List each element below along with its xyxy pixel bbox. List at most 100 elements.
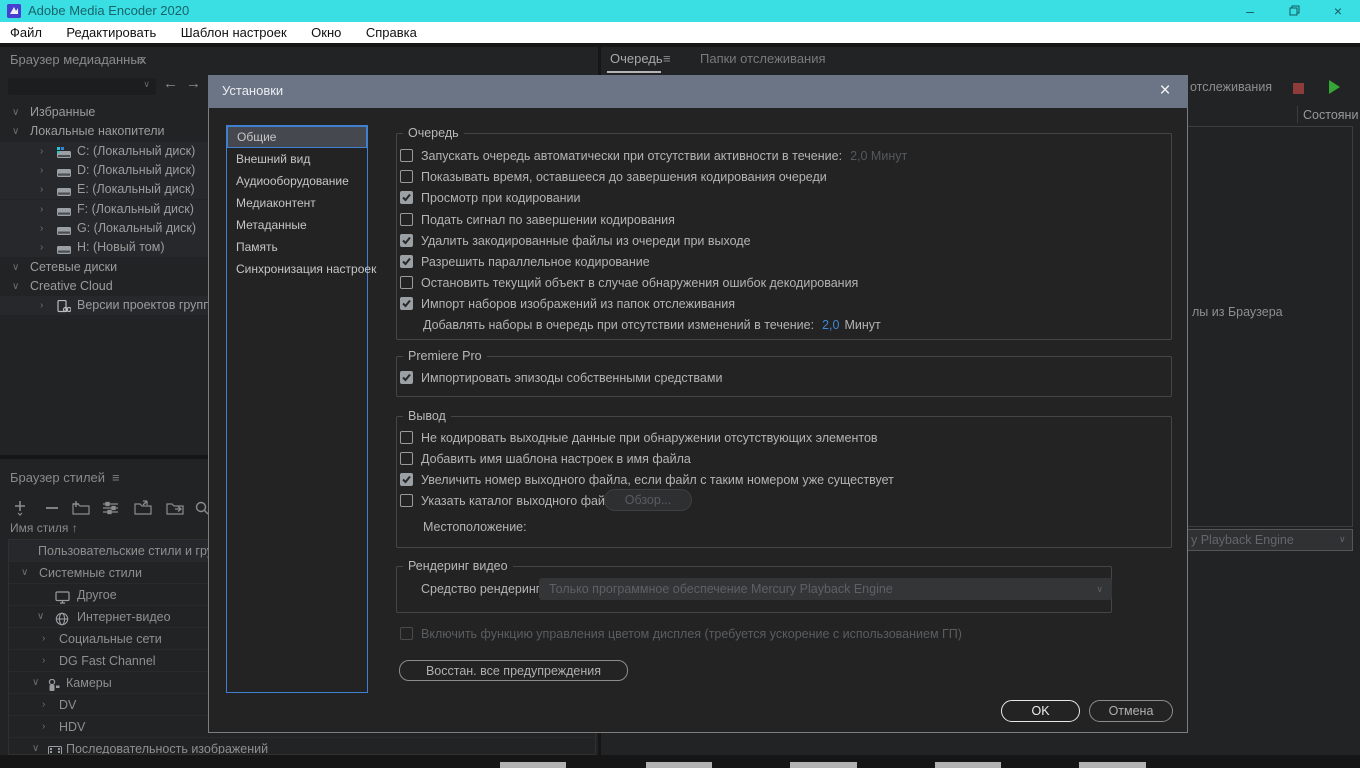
chevron-down-icon[interactable]: ∨ (37, 606, 44, 628)
panel-menu-icon[interactable]: ≡ (137, 52, 145, 67)
back-arrow-icon[interactable]: ← (163, 75, 178, 92)
option-auto-start-queue[interactable]: Запускать очередь автоматически при отсу… (400, 148, 907, 163)
checkbox-checked[interactable] (400, 297, 413, 310)
option-specify-output-folder[interactable]: Указать каталог выходного файла: (400, 493, 623, 508)
chevron-down-icon: ∨ (143, 79, 150, 90)
cancel-button[interactable]: Отмена (1089, 700, 1173, 722)
taskbar-remnant (790, 762, 857, 768)
chevron-right-icon[interactable]: › (40, 200, 43, 219)
chevron-down-icon[interactable]: ∨ (12, 103, 19, 122)
option-display-color-management: Включить функцию управления цветом диспл… (400, 626, 962, 641)
chevron-right-icon[interactable]: › (40, 296, 43, 315)
chevron-down-icon[interactable]: ∨ (12, 258, 19, 277)
team-project-icon (57, 300, 71, 319)
category-audio-hardware[interactable]: Аудиооборудование (227, 170, 367, 192)
option-no-encode-missing[interactable]: Не кодировать выходные данные при обнару… (400, 430, 878, 445)
window-titlebar: Adobe Media Encoder 2020 – × (0, 0, 1360, 22)
checkbox-checked[interactable] (400, 191, 413, 204)
output-section-legend: Вывод (403, 409, 451, 423)
renderer-select[interactable]: Только программное обеспечение Mercury P… (539, 578, 1112, 600)
option-stop-on-decode-errors[interactable]: Остановить текущий объект в случае обнар… (400, 275, 858, 290)
checkbox-checked[interactable] (400, 371, 413, 384)
add-preset-icon[interactable] (12, 500, 30, 516)
forward-arrow-icon[interactable]: → (186, 75, 201, 92)
checkbox-unchecked[interactable] (400, 170, 413, 183)
app-logo-icon (7, 4, 21, 18)
option-remove-finished[interactable]: Удалить закодированные файлы из очереди … (400, 233, 751, 248)
preferences-dialog: Установки × Общие Внешний вид Аудиообору… (208, 75, 1188, 733)
stop-icon[interactable] (1293, 83, 1304, 94)
chevron-down-icon: ∨ (1339, 534, 1346, 545)
category-appearance[interactable]: Внешний вид (227, 148, 367, 170)
media-filter-dropdown[interactable]: ∨ (8, 78, 156, 95)
checkbox-unchecked[interactable] (400, 213, 413, 226)
new-group-icon[interactable] (72, 500, 90, 516)
close-button[interactable]: × (1316, 0, 1360, 22)
sort-up-icon: ↑ (72, 521, 78, 535)
option-parallel-encoding[interactable]: Разрешить параллельное кодирование (400, 254, 650, 269)
auto-encode-label-fragment: отслеживания (1190, 80, 1272, 94)
minimize-button[interactable]: – (1228, 0, 1272, 22)
chevron-down-icon[interactable]: ∨ (12, 122, 19, 141)
panel-menu-icon[interactable]: ≡ (112, 470, 120, 485)
category-metadata[interactable]: Метаданные (227, 214, 367, 236)
checkbox-unchecked[interactable] (400, 452, 413, 465)
browse-button[interactable]: Обзор... (604, 489, 692, 511)
option-native-sequence-import[interactable]: Импортировать эпизоды собственными средс… (400, 370, 722, 385)
chevron-down-icon[interactable]: ∨ (21, 562, 28, 584)
option-show-remaining-time[interactable]: Показывать время, оставшееся до завершен… (400, 169, 827, 184)
menu-file[interactable]: Файл (0, 22, 52, 43)
chevron-down-icon[interactable]: ∨ (32, 672, 39, 694)
option-append-preset-name[interactable]: Добавить имя шаблона настроек в имя файл… (400, 451, 691, 466)
preset-row-image-sequence[interactable]: ∨ Последовательность изображений (9, 738, 595, 755)
menu-help[interactable]: Справка (356, 22, 427, 43)
chevron-right-icon[interactable]: › (40, 180, 43, 199)
option-preview-while-encoding[interactable]: Просмотр при кодировании (400, 190, 581, 205)
remove-preset-icon[interactable] (44, 500, 62, 516)
import-preset-icon[interactable] (134, 500, 152, 516)
category-general[interactable]: Общие (227, 126, 367, 148)
restore-button[interactable] (1272, 0, 1316, 22)
reset-warnings-button[interactable]: Восстан. все предупреждения (399, 660, 628, 681)
checkbox-unchecked[interactable] (400, 276, 413, 289)
panel-menu-icon[interactable]: ≡ (663, 51, 671, 66)
chevron-right-icon[interactable]: › (42, 628, 45, 650)
option-chime-on-finish[interactable]: Подать сигнал по завершении кодирования (400, 212, 675, 227)
chevron-right-icon[interactable]: › (42, 650, 45, 672)
checkbox-checked[interactable] (400, 255, 413, 268)
tab-watch-folders[interactable]: Папки отслеживания (700, 51, 826, 66)
delay-minutes-value[interactable]: 2,0 (822, 318, 839, 332)
checkbox-unchecked[interactable] (400, 149, 413, 162)
chevron-right-icon[interactable]: › (40, 161, 43, 180)
dialog-close-icon[interactable]: × (1152, 79, 1178, 103)
chevron-right-icon[interactable]: › (40, 142, 43, 161)
chevron-down-icon[interactable]: ∨ (32, 738, 39, 755)
category-sync-settings[interactable]: Синхронизация настроек (227, 258, 367, 280)
preset-name-column-header[interactable]: Имя стиля ↑ (10, 521, 78, 535)
taskbar-remnant (935, 762, 1001, 768)
chevron-right-icon[interactable]: › (40, 219, 43, 238)
dialog-titlebar[interactable]: Установки × (208, 75, 1188, 108)
option-import-image-sets[interactable]: Импорт наборов изображений из папок отсл… (400, 296, 735, 311)
option-increment-filename[interactable]: Увеличить номер выходного файла, если фа… (400, 472, 894, 487)
export-preset-icon[interactable] (166, 500, 184, 516)
checkbox-checked[interactable] (400, 234, 413, 247)
category-media[interactable]: Медиаконтент (227, 192, 367, 214)
menu-edit[interactable]: Редактировать (56, 22, 166, 43)
ok-button[interactable]: OK (1001, 700, 1080, 722)
chevron-right-icon[interactable]: › (40, 238, 43, 257)
menu-preset[interactable]: Шаблон настроек (171, 22, 297, 43)
idle-minutes-value: 2,0 Минут (850, 149, 907, 163)
chevron-right-icon[interactable]: › (42, 694, 45, 716)
checkbox-checked[interactable] (400, 473, 413, 486)
checkbox-unchecked[interactable] (400, 494, 413, 507)
category-memory[interactable]: Память (227, 236, 367, 258)
play-icon[interactable] (1329, 80, 1340, 94)
chevron-down-icon[interactable]: ∨ (12, 277, 19, 296)
column-divider (1297, 106, 1298, 123)
menu-window[interactable]: Окно (301, 22, 351, 43)
chevron-right-icon[interactable]: › (42, 716, 45, 738)
preset-settings-icon[interactable] (102, 500, 120, 516)
tab-queue[interactable]: Очередь (610, 51, 663, 66)
checkbox-unchecked[interactable] (400, 431, 413, 444)
